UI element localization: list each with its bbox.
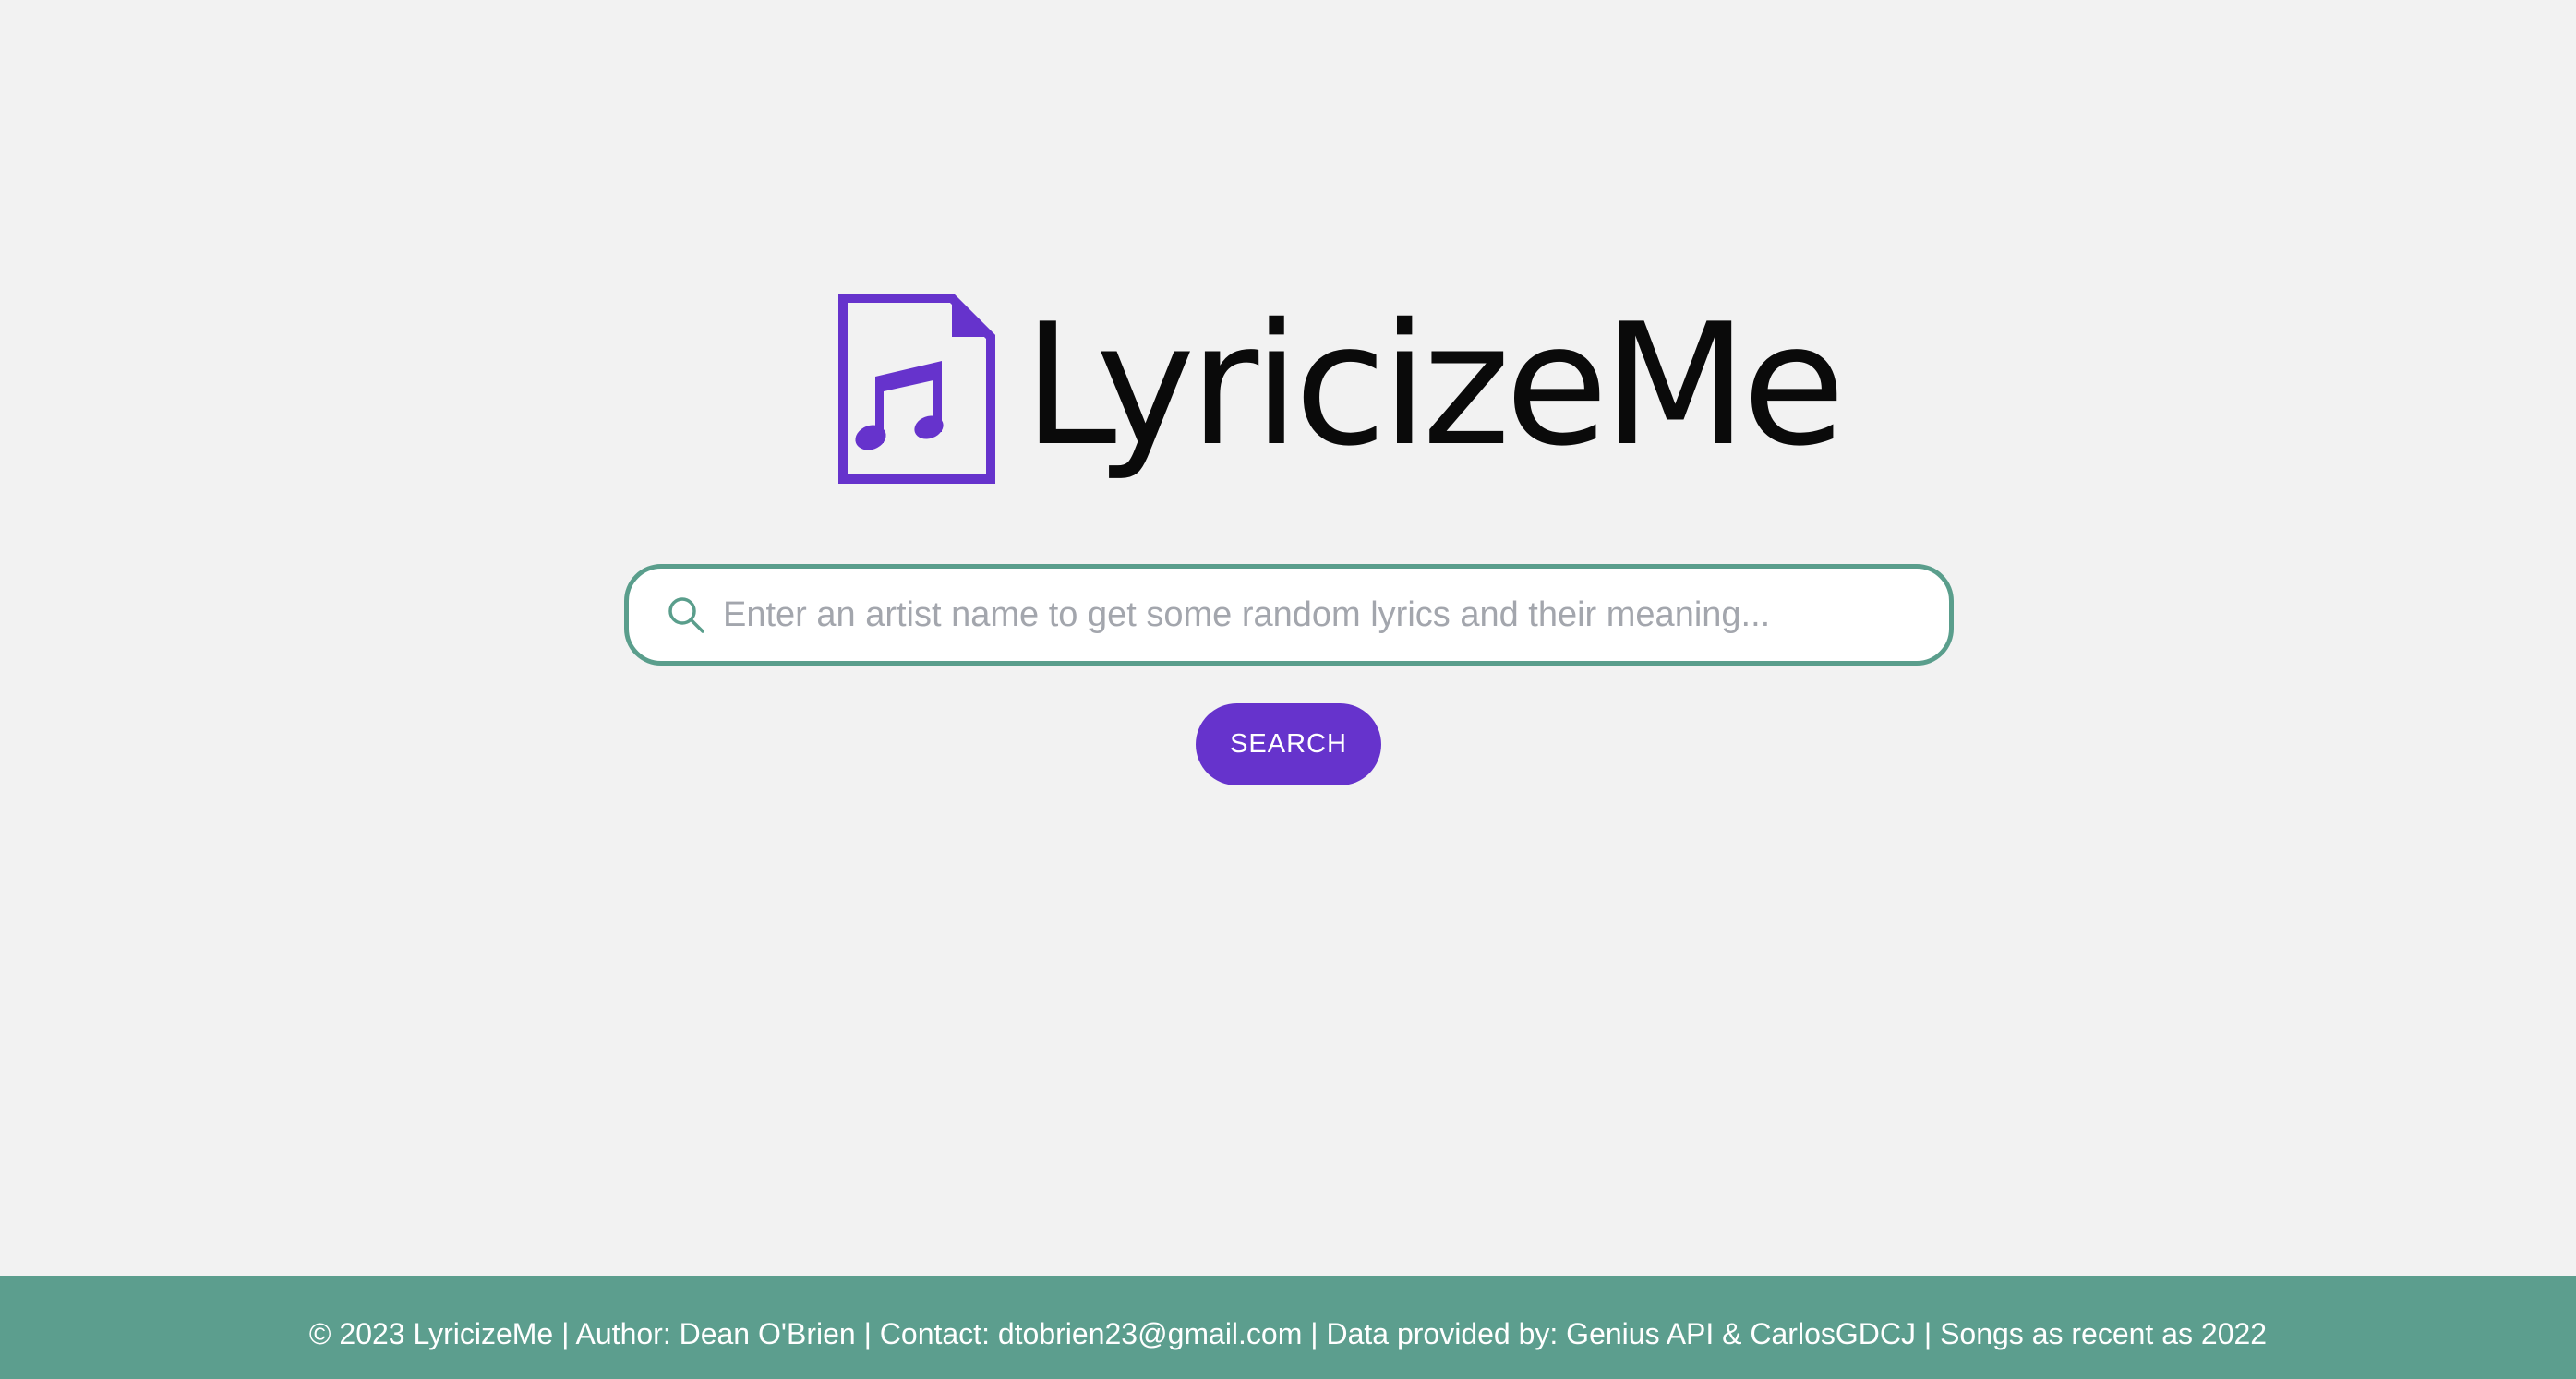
search-bar[interactable] <box>624 564 1954 666</box>
brand-header: LyricizeMe <box>838 287 1846 484</box>
footer-text: © 2023 LyricizeMe | Author: Dean O'Brien… <box>308 1316 2268 1350</box>
artist-search-input[interactable] <box>723 578 1912 652</box>
music-file-icon <box>838 294 995 484</box>
app-title: LyricizeMe <box>1023 287 1846 483</box>
search-icon <box>668 597 704 633</box>
footer: © 2023 LyricizeMe | Author: Dean O'Brien… <box>0 1276 2576 1379</box>
landing-page: LyricizeMe SEARCH © 2023 LyricizeMe | Au… <box>0 0 2576 1379</box>
search-button[interactable]: SEARCH <box>1196 703 1381 785</box>
